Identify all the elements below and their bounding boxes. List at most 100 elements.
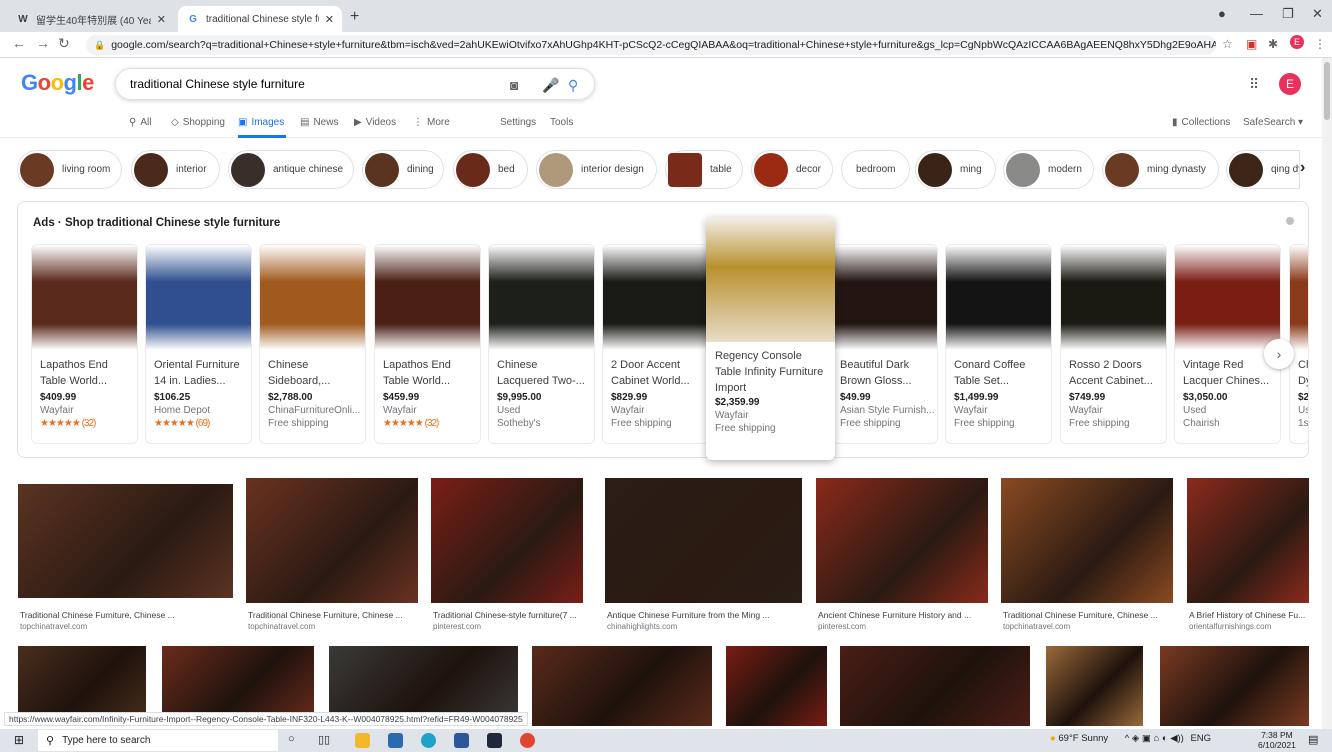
close-icon[interactable]: ✕ xyxy=(157,13,166,26)
chip[interactable]: interior xyxy=(131,150,220,189)
google-logo[interactable]: Google xyxy=(21,70,94,96)
chip[interactable]: table xyxy=(665,150,743,189)
chip[interactable]: dining xyxy=(362,150,444,189)
cortana-icon[interactable]: ○ xyxy=(288,733,295,745)
image-result[interactable]: Ancient Chinese Furniture History and ..… xyxy=(816,478,988,631)
scrollbar-thumb[interactable] xyxy=(1324,62,1330,120)
chip[interactable]: interior design xyxy=(536,150,657,189)
word-icon[interactable] xyxy=(454,733,469,748)
photoshop-icon[interactable] xyxy=(487,733,502,748)
address-bar[interactable]: 🔒 google.com/search?q=traditional+Chines… xyxy=(86,35,1216,55)
back-arrow-icon[interactable]: ← xyxy=(12,35,26,51)
mail-icon[interactable] xyxy=(388,733,403,748)
result-source: pinterest.com xyxy=(818,622,867,631)
minimize-button[interactable]: — xyxy=(1250,6,1263,21)
browser-tab-1[interactable]: W 留学生40年特別展 (40 Years of I ✕ xyxy=(8,6,174,32)
ad-card-hovered[interactable]: Regency Console Table Infinity Furniture… xyxy=(706,217,835,460)
file-explorer-icon[interactable] xyxy=(355,733,370,748)
tools-link[interactable]: Tools xyxy=(550,117,573,128)
microphone-icon[interactable]: 🎤 xyxy=(542,77,559,94)
image-icon: ▣ xyxy=(238,117,248,128)
ad-card[interactable]: Lapathos End Table World... $409.99 Wayfai… xyxy=(31,244,138,444)
taskbar-clock[interactable]: 7:38 PM 6/10/2021 xyxy=(1258,730,1296,750)
forward-arrow-icon[interactable]: → xyxy=(36,35,50,51)
image-result-thumbnail[interactable] xyxy=(840,646,1030,726)
taskbar-search[interactable]: ⚲ Type here to search xyxy=(38,730,278,751)
ad-card[interactable]: Chinese Lacquered Two-... $9,995.00 Used So… xyxy=(488,244,595,444)
settings-link[interactable]: Settings xyxy=(500,117,536,128)
ad-card[interactable]: 2 Door Accent Cabinet World... $829.99 Way… xyxy=(602,244,709,444)
tab-more[interactable]: ⋮ More xyxy=(413,117,450,128)
tab-news[interactable]: ▤ News xyxy=(300,117,338,128)
tab-images[interactable]: ▣ Images xyxy=(238,117,284,128)
ad-card[interactable]: Vintage Red Lacquer Chines... $3,050.00 Us… xyxy=(1174,244,1281,444)
ad-product-seller: Wayfair xyxy=(954,405,988,416)
profile-avatar-icon[interactable]: E xyxy=(1290,35,1304,49)
task-view-icon[interactable]: ▯▯ xyxy=(318,733,330,746)
scrollbar-track[interactable] xyxy=(1322,58,1332,729)
chip[interactable]: bedroom xyxy=(841,150,910,189)
restore-button[interactable]: ❐ xyxy=(1282,6,1294,22)
browser-tab-2[interactable]: G traditional Chinese style furniture ✕ xyxy=(178,6,342,32)
ad-product-price: $2 xyxy=(1298,392,1309,403)
close-icon[interactable]: ✕ xyxy=(325,13,334,26)
new-tab-button[interactable]: + xyxy=(350,8,359,26)
weather-text[interactable]: 69°F Sunny xyxy=(1058,733,1108,744)
edge-icon[interactable] xyxy=(421,733,436,748)
image-result-thumbnail[interactable] xyxy=(1160,646,1309,726)
chrome-icon[interactable] xyxy=(520,733,535,748)
chip[interactable]: modern xyxy=(1003,150,1094,189)
bookmark-star-icon[interactable]: ☆ xyxy=(1222,37,1233,51)
ad-product-seller: Used xyxy=(497,405,521,416)
menu-dots-icon[interactable]: ⋮ xyxy=(1314,37,1326,51)
ad-card[interactable]: Rosso 2 Doors Accent Cabinet... $749.99 Wa… xyxy=(1060,244,1167,444)
image-result[interactable]: Antique Chinese Furniture from the Ming … xyxy=(605,478,802,631)
chip[interactable]: antique chinese xyxy=(228,150,354,189)
record-icon[interactable]: ● xyxy=(1218,6,1226,21)
tray-icons[interactable]: ^ ◈ ▣ ⌂ ◐ ◀)) xyxy=(1125,733,1184,744)
ad-card[interactable]: Conard Coffee Table Set... $1,499.99 Wayfa… xyxy=(945,244,1052,444)
chip[interactable]: ming xyxy=(915,150,996,189)
tab-videos[interactable]: ▶ Videos xyxy=(354,117,396,128)
info-icon[interactable] xyxy=(1286,217,1294,225)
chevron-right-icon[interactable]: › xyxy=(1264,339,1294,369)
extension-icon[interactable]: ▣ xyxy=(1246,37,1257,51)
tab-all[interactable]: ⚲ All xyxy=(129,117,151,128)
puzzle-icon[interactable]: ✱ xyxy=(1268,37,1278,51)
chevron-right-icon[interactable]: › xyxy=(1300,159,1305,177)
ad-card[interactable]: Beautiful Dark Brown Gloss... $49.99 Asian… xyxy=(831,244,938,444)
chip-label: modern xyxy=(1048,164,1082,175)
windows-start-icon[interactable]: ⊞ xyxy=(14,733,24,747)
search-input[interactable] xyxy=(130,77,490,91)
image-result-thumbnail[interactable] xyxy=(532,646,712,726)
image-result[interactable]: Traditional Chinese Furniture, Chinese .… xyxy=(18,484,233,634)
camera-icon[interactable]: ◙ xyxy=(510,77,518,93)
reload-icon[interactable]: ↻ xyxy=(58,35,70,52)
chip[interactable]: living room xyxy=(17,150,122,189)
apps-grid-icon[interactable]: ⠿ xyxy=(1249,76,1259,93)
ad-card[interactable]: Chinese Sideboard,... $2,788.00 ChinaFurni… xyxy=(259,244,366,444)
image-result[interactable]: A Brief History of Chinese Fu... oriental… xyxy=(1187,478,1309,631)
chip[interactable]: qing dy xyxy=(1226,150,1300,189)
image-result-thumbnail[interactable] xyxy=(726,646,827,726)
ad-card[interactable]: Lapathos End Table World... $459.99 Wayfai… xyxy=(374,244,481,444)
image-result[interactable]: Traditional Chinese Furniture, Chinese .… xyxy=(1001,478,1173,631)
chip[interactable]: ming dynasty xyxy=(1102,150,1219,189)
close-window-button[interactable]: ✕ xyxy=(1312,6,1323,22)
account-avatar[interactable]: E xyxy=(1279,73,1301,95)
image-result[interactable]: Traditional Chinese-style furniture(7 ..… xyxy=(431,478,583,631)
collections-link[interactable]: ▮ Collections xyxy=(1172,117,1230,128)
image-result[interactable]: Traditional Chinese Furniture, Chinese .… xyxy=(246,478,418,631)
language-indicator[interactable]: ENG xyxy=(1190,733,1211,744)
ad-card[interactable]: Oriental Furniture 14 in. Ladies... $106.… xyxy=(145,244,252,444)
ad-product-price: $9,995.00 xyxy=(497,392,542,403)
chip[interactable]: bed xyxy=(453,150,528,189)
ad-card[interactable]: Ch Dy$2Us1s xyxy=(1289,244,1309,444)
chip[interactable]: decor xyxy=(751,150,833,189)
tab-shopping[interactable]: ◇ Shopping xyxy=(171,117,225,128)
search-icon[interactable]: ⚲ xyxy=(568,77,578,94)
safesearch-toggle[interactable]: SafeSearch ▾ xyxy=(1243,117,1303,128)
image-result-thumbnail[interactable] xyxy=(1046,646,1143,726)
notification-icon[interactable]: ▤ xyxy=(1308,733,1318,746)
result-thumbnail xyxy=(431,478,583,603)
